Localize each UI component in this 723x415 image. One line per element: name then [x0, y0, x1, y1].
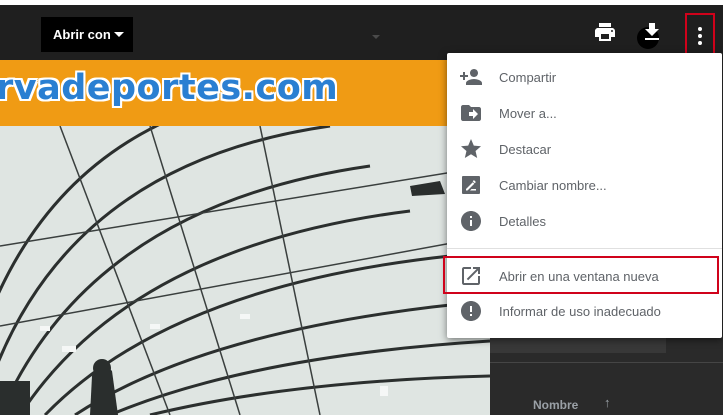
tunnel-photo-illustration [0, 126, 490, 415]
sort-ascending-icon[interactable]: ↑ [604, 395, 611, 410]
rename-icon [459, 173, 483, 197]
chevron-down-icon [114, 32, 124, 37]
viewer-toolbar: Abrir con [0, 5, 723, 60]
download-button[interactable] [637, 19, 665, 49]
menu-item-label: Compartir [499, 69, 557, 85]
open-with-button[interactable]: Abrir con [41, 17, 133, 52]
menu-item-label: Cambiar nombre... [499, 177, 607, 193]
open-with-label: Abrir con [53, 27, 111, 42]
download-icon [645, 23, 659, 40]
menu-item-details[interactable]: Detalles [447, 203, 722, 239]
highlight-annotation [443, 256, 719, 294]
person-add-icon [459, 65, 483, 89]
report-icon [459, 299, 483, 323]
menu-item-star[interactable]: Destacar [447, 131, 722, 167]
preview-photo [0, 126, 490, 415]
menu-item-label: Detalles [499, 213, 546, 229]
info-icon [459, 209, 483, 233]
caret-down-icon [372, 35, 380, 39]
site-banner: rvadeportes.com [0, 60, 448, 126]
pane-divider [490, 362, 723, 363]
sort-by-name-label[interactable]: Nombre [533, 398, 578, 412]
print-icon [595, 23, 615, 41]
menu-item-move-to[interactable]: Mover a... [447, 95, 722, 131]
move-to-folder-icon [459, 101, 483, 125]
print-button[interactable] [592, 19, 618, 45]
menu-divider [447, 248, 722, 249]
menu-item-label: Informar de uso inadecuado [499, 303, 661, 319]
more-options-menu: Compartir Mover a... Destacar Cambiar no… [447, 53, 722, 338]
menu-item-label: Mover a... [499, 105, 557, 121]
menu-item-share[interactable]: Compartir [447, 59, 722, 95]
menu-item-rename[interactable]: Cambiar nombre... [447, 167, 722, 203]
star-icon [459, 137, 483, 161]
menu-item-label: Destacar [499, 141, 552, 157]
more-vert-icon [698, 27, 702, 45]
site-logo-text: rvadeportes.com [0, 68, 339, 108]
menu-item-report-abuse[interactable]: Informar de uso inadecuado [447, 293, 722, 329]
